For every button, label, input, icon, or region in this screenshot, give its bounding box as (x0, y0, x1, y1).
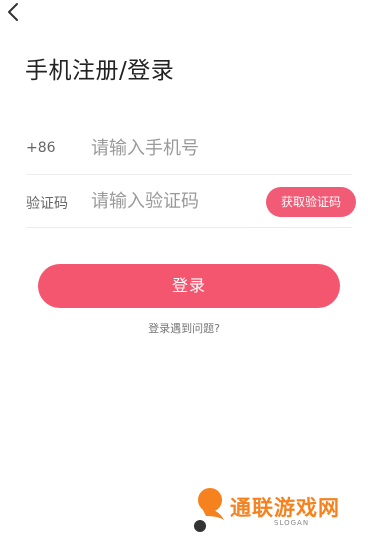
chevron-left-icon (8, 3, 18, 21)
watermark-slogan: SLOGAN (274, 519, 310, 527)
login-button[interactable]: 登录 (38, 264, 340, 308)
country-code[interactable]: +86 (26, 140, 56, 156)
phone-row: +86 (26, 123, 352, 175)
login-help-link[interactable]: 登录遇到问题? (0, 320, 368, 336)
get-code-button[interactable]: 获取验证码 (266, 187, 356, 217)
divider (26, 227, 352, 228)
code-input[interactable] (91, 186, 261, 216)
divider (26, 174, 352, 175)
code-label: 验证码 (26, 196, 68, 212)
watermark-brand: 通联游戏网 (230, 496, 340, 520)
brand-logo-icon (194, 488, 224, 532)
phone-input[interactable] (91, 133, 261, 163)
back-button[interactable] (2, 0, 26, 26)
watermark: 通联游戏网 SLOGAN (188, 486, 368, 538)
code-row: 验证码 获取验证码 (26, 176, 356, 228)
page-title: 手机注册/登录 (25, 58, 175, 84)
